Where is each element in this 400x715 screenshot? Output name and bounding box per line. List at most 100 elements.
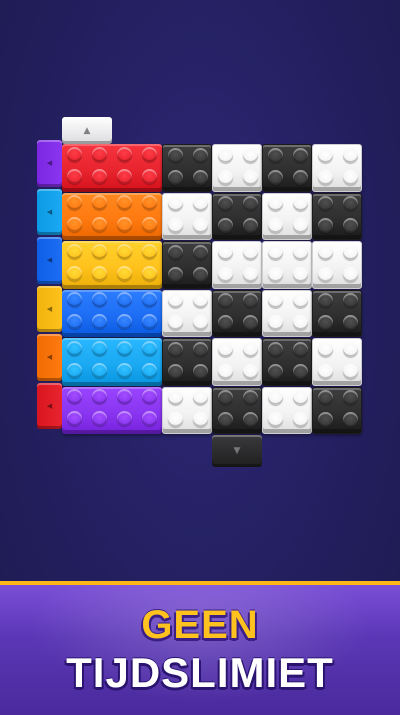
brick-stud — [243, 390, 258, 406]
brick-stud — [243, 341, 258, 357]
brick-black[interactable] — [212, 289, 262, 337]
brick-stud — [243, 293, 258, 309]
brick-cyan[interactable] — [62, 338, 162, 386]
brick-white[interactable] — [212, 241, 262, 289]
brick-stud — [343, 218, 358, 234]
brick-stud — [193, 412, 208, 428]
brick-stud — [193, 266, 208, 282]
brick-stud — [343, 390, 358, 406]
brick-black[interactable] — [312, 289, 362, 337]
brick-stud — [142, 389, 157, 405]
brick-stud — [218, 412, 233, 428]
brick-stud — [117, 265, 132, 281]
brick-stud — [117, 243, 132, 259]
brick-stud — [193, 363, 208, 379]
brick-stud — [318, 169, 333, 185]
brick-purple[interactable] — [62, 386, 162, 434]
brick-stud — [268, 412, 283, 428]
brick-stud — [92, 389, 107, 405]
brick-white[interactable] — [262, 241, 312, 289]
exit-tab-cyan: ◀ — [37, 188, 62, 235]
brick-black[interactable] — [212, 386, 262, 434]
brick-white[interactable] — [312, 338, 362, 386]
brick-stud — [117, 389, 132, 405]
brick-black[interactable] — [262, 144, 312, 192]
brick-red[interactable] — [62, 144, 162, 192]
brick-stud — [92, 292, 107, 308]
brick-stud — [293, 266, 308, 282]
brick-stud — [168, 244, 183, 260]
brick-stud — [268, 341, 283, 357]
brick-stud — [92, 195, 107, 211]
exit-tab-top: ▲ — [62, 117, 112, 144]
brick-white[interactable] — [162, 386, 212, 434]
brick-stud — [343, 244, 358, 260]
brick-stud — [243, 218, 258, 234]
brick-stud — [318, 315, 333, 331]
brick-black[interactable] — [212, 192, 262, 240]
brick-orange[interactable] — [62, 192, 162, 240]
brick-stud — [92, 314, 107, 330]
brick-stud — [92, 243, 107, 259]
brick-black[interactable] — [312, 192, 362, 240]
brick-white[interactable] — [262, 289, 312, 337]
brick-stud — [343, 169, 358, 185]
brick-stud — [117, 411, 132, 427]
brick-black[interactable] — [162, 144, 212, 192]
brick-stud — [343, 266, 358, 282]
brick-stud — [117, 314, 132, 330]
brick-black[interactable] — [162, 241, 212, 289]
brick-white[interactable] — [262, 192, 312, 240]
brick-blue[interactable] — [62, 289, 162, 337]
brick-stud — [343, 341, 358, 357]
brick-stud — [318, 341, 333, 357]
brick-yellow[interactable] — [62, 241, 162, 289]
brick-white[interactable] — [312, 241, 362, 289]
brick-stud — [92, 146, 107, 162]
brick-stud — [243, 266, 258, 282]
brick-stud — [218, 196, 233, 212]
brick-stud — [117, 292, 132, 308]
brick-stud — [343, 315, 358, 331]
brick-stud — [318, 390, 333, 406]
left-arrow-icon: ◀ — [46, 256, 53, 265]
brick-stud — [193, 244, 208, 260]
down-arrow-icon: ▼ — [233, 446, 241, 456]
brick-black[interactable] — [312, 386, 362, 434]
brick-stud — [193, 169, 208, 185]
brick-stud — [92, 265, 107, 281]
left-arrow-icon: ◀ — [46, 159, 53, 168]
brick-stud — [67, 243, 82, 259]
brick-stud — [218, 390, 233, 406]
exit-tab-blue: ◀ — [37, 237, 62, 284]
promo-banner: GEEN TIJDSLIMIET — [0, 581, 400, 715]
brick-stud — [268, 390, 283, 406]
brick-stud — [293, 341, 308, 357]
brick-stud — [193, 390, 208, 406]
brick-stud — [67, 389, 82, 405]
brick-stud — [142, 146, 157, 162]
brick-stud — [142, 362, 157, 378]
brick-white[interactable] — [162, 289, 212, 337]
brick-white[interactable] — [212, 144, 262, 192]
brick-stud — [117, 146, 132, 162]
brick-white[interactable] — [162, 192, 212, 240]
exit-tab-yellow: ◀ — [37, 285, 62, 332]
brick-stud — [142, 411, 157, 427]
brick-stud — [293, 363, 308, 379]
brick-black[interactable] — [162, 338, 212, 386]
brick-white[interactable] — [312, 144, 362, 192]
brick-stud — [293, 218, 308, 234]
brick-stud — [293, 169, 308, 185]
brick-stud — [142, 217, 157, 233]
brick-white[interactable] — [212, 338, 262, 386]
brick-stud — [193, 315, 208, 331]
brick-stud — [218, 315, 233, 331]
brick-stud — [193, 293, 208, 309]
brick-white[interactable] — [262, 386, 312, 434]
brick-stud — [67, 168, 82, 184]
brick-stud — [343, 293, 358, 309]
brick-stud — [67, 314, 82, 330]
brick-black[interactable] — [262, 338, 312, 386]
brick-stud — [168, 412, 183, 428]
